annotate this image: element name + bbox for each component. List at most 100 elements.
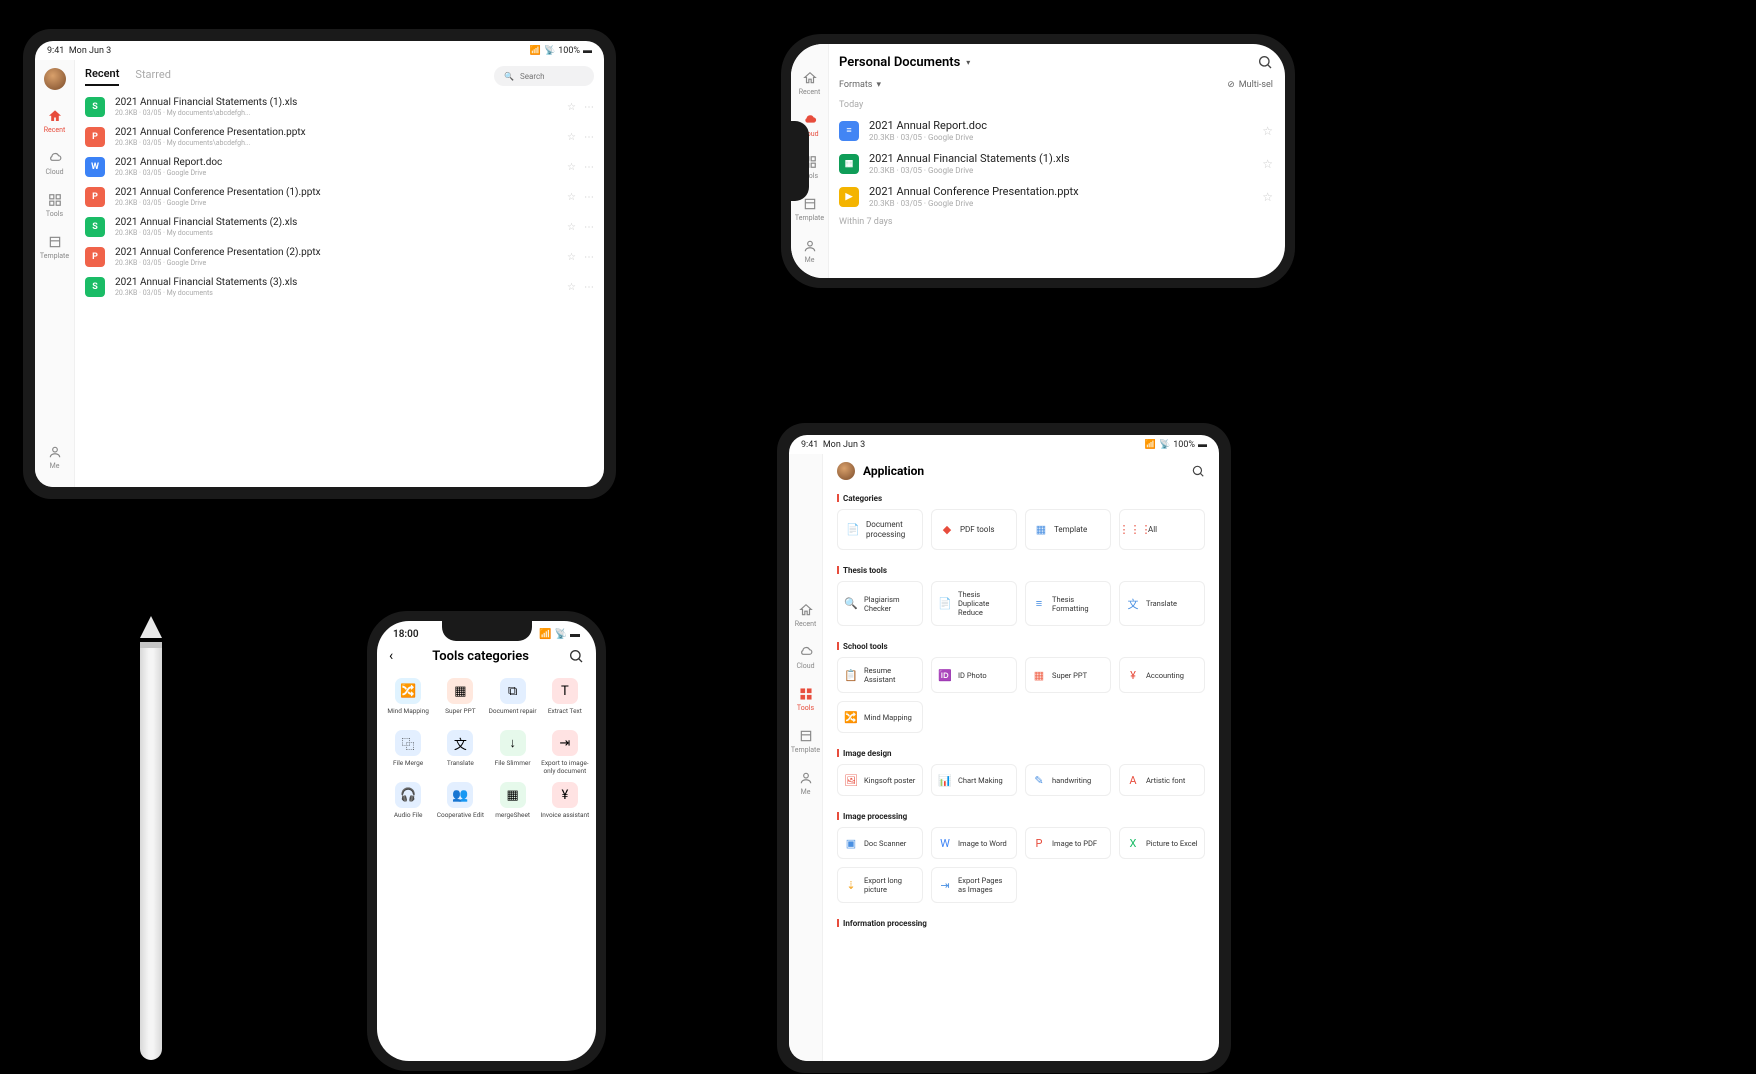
more-icon[interactable]: ⋯ bbox=[584, 282, 594, 293]
tool-card[interactable]: 📋 Resume Assistant bbox=[837, 657, 923, 693]
search-box[interactable]: 🔍 bbox=[494, 66, 594, 86]
nav-me[interactable]: Me bbox=[789, 762, 822, 804]
more-icon[interactable]: ⋯ bbox=[584, 252, 594, 263]
tool-card[interactable]: 📄 Thesis Duplicate Reduce bbox=[931, 581, 1017, 626]
file-row[interactable]: W 2021 Annual Report.doc 20.3KB · 03/05 … bbox=[75, 152, 604, 182]
tool-item[interactable]: ⧉ Document repair bbox=[488, 678, 538, 724]
more-icon[interactable]: ⋯ bbox=[584, 222, 594, 233]
card-icon: ¥ bbox=[1126, 668, 1140, 682]
ipad-recent-device: 9:41 Mon Jun 3 📶 📡 100% ▬ Recent Cloud bbox=[23, 29, 616, 499]
tool-item[interactable]: T Extract Text bbox=[540, 678, 590, 724]
tool-icon: ⧉ bbox=[500, 678, 526, 704]
nav-tools[interactable]: Tools bbox=[789, 678, 822, 720]
file-row[interactable]: ▦ 2021 Annual Financial Statements (1).x… bbox=[839, 147, 1273, 180]
star-icon[interactable]: ☆ bbox=[567, 282, 576, 293]
card-icon: 📄 bbox=[846, 523, 860, 537]
star-icon[interactable]: ☆ bbox=[567, 132, 576, 143]
search-icon[interactable] bbox=[568, 648, 584, 664]
search-input[interactable] bbox=[520, 72, 590, 81]
tool-card[interactable]: ⇥ Export Pages as Images bbox=[931, 867, 1017, 903]
template-icon bbox=[802, 196, 818, 212]
card-label: Resume Assistant bbox=[864, 666, 916, 684]
star-icon[interactable]: ☆ bbox=[567, 222, 576, 233]
tool-item[interactable]: ▦ Super PPT bbox=[435, 678, 485, 724]
battery-percent: 100% bbox=[558, 46, 580, 56]
multi-select-toggle[interactable]: ⊘Multi-sel bbox=[1227, 80, 1273, 90]
more-icon[interactable]: ⋯ bbox=[584, 192, 594, 203]
tool-card[interactable]: A Artistic font bbox=[1119, 764, 1205, 796]
star-icon[interactable]: ☆ bbox=[1262, 157, 1273, 171]
tool-card[interactable]: ▦ Super PPT bbox=[1025, 657, 1111, 693]
tool-item[interactable]: ¥ Invoice assistant bbox=[540, 782, 590, 828]
tool-item[interactable]: 文 Translate bbox=[435, 730, 485, 776]
avatar[interactable] bbox=[44, 68, 66, 90]
file-row[interactable]: ≡ 2021 Annual Report.doc 20.3KB · 03/05 … bbox=[839, 114, 1273, 147]
tool-card[interactable]: 🖼 Kingsoft poster bbox=[837, 764, 923, 796]
tool-card[interactable]: P Image to PDF bbox=[1025, 827, 1111, 859]
star-icon[interactable]: ☆ bbox=[567, 162, 576, 173]
more-icon[interactable]: ⋯ bbox=[584, 162, 594, 173]
card-label: Thesis Formatting bbox=[1052, 595, 1104, 613]
nav-cloud[interactable]: Cloud bbox=[789, 636, 822, 678]
star-icon[interactable]: ☆ bbox=[1262, 124, 1273, 138]
nav-template[interactable]: Template bbox=[789, 720, 822, 762]
tool-card[interactable]: ⋮⋮⋮ All bbox=[1119, 509, 1205, 550]
home-icon bbox=[802, 70, 818, 86]
tab-starred[interactable]: Starred bbox=[135, 68, 171, 85]
tool-item[interactable]: ⇥ Export to image-only document bbox=[540, 730, 590, 776]
formats-filter[interactable]: Formats▾ bbox=[839, 80, 881, 90]
file-row[interactable]: P 2021 Annual Conference Presentation (1… bbox=[75, 182, 604, 212]
star-icon[interactable]: ☆ bbox=[1262, 190, 1273, 204]
tool-item[interactable]: ⿻ File Merge bbox=[383, 730, 433, 776]
tool-card[interactable]: ¥ Accounting bbox=[1119, 657, 1205, 693]
tool-card[interactable]: ✎ handwriting bbox=[1025, 764, 1111, 796]
file-row[interactable]: ▶ 2021 Annual Conference Presentation.pp… bbox=[839, 180, 1273, 213]
tool-card[interactable]: W Image to Word bbox=[931, 827, 1017, 859]
tool-card[interactable]: 文 Translate bbox=[1119, 581, 1205, 626]
nav-cloud[interactable]: Cloud bbox=[35, 142, 74, 184]
more-icon[interactable]: ⋯ bbox=[584, 102, 594, 113]
star-icon[interactable]: ☆ bbox=[567, 252, 576, 263]
nav-tools[interactable]: Tools bbox=[35, 184, 74, 226]
card-icon: X bbox=[1126, 836, 1140, 850]
nav-recent[interactable]: Recent bbox=[35, 100, 74, 142]
more-icon[interactable]: ⋯ bbox=[584, 132, 594, 143]
nav-me[interactable]: Me bbox=[791, 230, 828, 272]
nav-recent[interactable]: Recent bbox=[791, 62, 828, 104]
tool-card[interactable]: ⇣ Export long picture bbox=[837, 867, 923, 903]
tool-card[interactable]: ▦ Template bbox=[1025, 509, 1111, 550]
nav-me[interactable]: Me bbox=[35, 436, 74, 478]
tool-card[interactable]: 🔍 Plagiarism Checker bbox=[837, 581, 923, 626]
card-label: Doc Scanner bbox=[864, 839, 906, 848]
chevron-down-icon[interactable]: ▾ bbox=[966, 58, 970, 67]
search-icon[interactable] bbox=[1191, 464, 1205, 478]
search-icon[interactable] bbox=[1257, 54, 1273, 70]
tool-card[interactable]: ▣ Doc Scanner bbox=[837, 827, 923, 859]
card-label: Image to Word bbox=[958, 839, 1007, 848]
file-row[interactable]: P 2021 Annual Conference Presentation.pp… bbox=[75, 122, 604, 152]
tool-card[interactable]: 📄 Document processing bbox=[837, 509, 923, 550]
tool-card[interactable]: ≡ Thesis Formatting bbox=[1025, 581, 1111, 626]
tool-card[interactable]: X Picture to Excel bbox=[1119, 827, 1205, 859]
file-row[interactable]: S 2021 Annual Financial Statements (3).x… bbox=[75, 272, 604, 302]
star-icon[interactable]: ☆ bbox=[567, 192, 576, 203]
file-row[interactable]: S 2021 Annual Financial Statements (2).x… bbox=[75, 212, 604, 242]
tool-item[interactable]: 🔀 Mind Mapping bbox=[383, 678, 433, 724]
nav-label: Me bbox=[50, 462, 60, 470]
tool-card[interactable]: 🔀 Mind Mapping bbox=[837, 701, 923, 733]
avatar[interactable] bbox=[837, 462, 855, 480]
tool-item[interactable]: ↓ File Slimmer bbox=[488, 730, 538, 776]
nav-recent[interactable]: Recent bbox=[789, 594, 822, 636]
tool-item[interactable]: 🎧 Audio File bbox=[383, 782, 433, 828]
nav-template[interactable]: Template bbox=[35, 226, 74, 268]
tool-card[interactable]: 🆔 ID Photo bbox=[931, 657, 1017, 693]
tool-card[interactable]: ◆ PDF tools bbox=[931, 509, 1017, 550]
tab-recent[interactable]: Recent bbox=[85, 67, 119, 86]
file-row[interactable]: P 2021 Annual Conference Presentation (2… bbox=[75, 242, 604, 272]
tool-card[interactable]: 📊 Chart Making bbox=[931, 764, 1017, 796]
file-row[interactable]: S 2021 Annual Financial Statements (1).x… bbox=[75, 92, 604, 122]
tool-item[interactable]: 👥 Cooperative Edit bbox=[435, 782, 485, 828]
star-icon[interactable]: ☆ bbox=[567, 102, 576, 113]
tool-item[interactable]: ▦ mergeSheet bbox=[488, 782, 538, 828]
card-icon: 📊 bbox=[938, 773, 952, 787]
